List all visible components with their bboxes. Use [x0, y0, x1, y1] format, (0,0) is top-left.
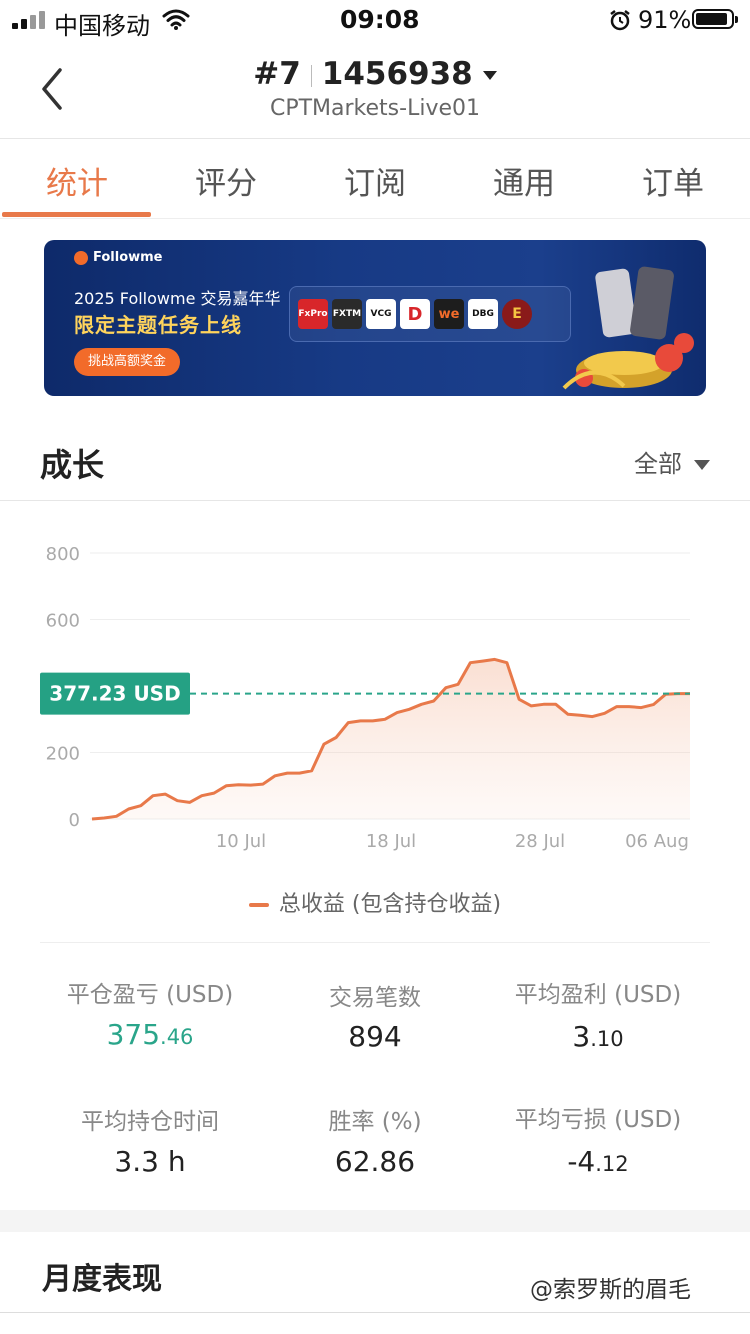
y-tick-label: 600	[46, 611, 80, 632]
current-value-label: 377.23 USD	[49, 682, 180, 706]
watermark: @索罗斯的眉毛	[530, 1277, 691, 1303]
carrier-name: 中国移动	[54, 12, 150, 40]
wifi-icon	[162, 9, 190, 30]
section-title-monthly: 月度表现	[42, 1262, 162, 1297]
tab-subscribe[interactable]: 订阅	[300, 158, 450, 203]
partner-logos: FxPro FXTM VCG D we DBG E	[289, 286, 571, 342]
followme-logo: Followme	[74, 250, 163, 265]
stat-label-avg-loss: 平均亏损 (USD)	[514, 1107, 682, 1133]
rank-label: #7	[253, 56, 301, 92]
partner-logo: VCG	[366, 299, 396, 329]
divider	[0, 500, 750, 501]
stat-label-avg-profit: 平均盈利 (USD)	[514, 982, 682, 1008]
stat-label-avg-hold-time: 平均持仓时间	[81, 1109, 219, 1135]
partner-logo: we	[434, 299, 464, 329]
banner-subtitle: 2025 Followme 交易嘉年华	[74, 289, 281, 308]
growth-chart[interactable]: 800 600 200 0 10 Jul 18 Jul 28 Jul 06 Aug 377.…	[0, 520, 750, 880]
tab-rating[interactable]: 评分	[151, 158, 301, 203]
divider	[0, 218, 750, 219]
chevron-down-icon	[482, 71, 497, 80]
account-number: 1456938	[321, 56, 473, 92]
prize-illustration	[562, 266, 694, 390]
x-tick-label: 28 Jul	[515, 831, 565, 852]
legend-label: 总收益 (包含持仓收益)	[278, 892, 502, 917]
status-time: 09:08	[340, 5, 420, 34]
stat-value-avg-loss: -4.12	[567, 1145, 629, 1178]
signal-icon	[12, 11, 45, 29]
partner-logo: D	[400, 299, 430, 329]
x-tick-label: 10 Jul	[216, 831, 266, 852]
y-tick-label: 200	[46, 744, 80, 765]
status-bar: 中国移动 09:08 91%	[0, 0, 750, 40]
tab-orders[interactable]: 订单	[598, 158, 748, 203]
tab-stats[interactable]: 统计	[2, 158, 152, 203]
promo-banner[interactable]: Followme 2025 Followme 交易嘉年华 限定主题任务上线 挑战…	[44, 240, 706, 396]
x-tick-label: 06 Aug	[625, 831, 689, 852]
stat-value-trade-count: 894	[348, 1020, 402, 1053]
partner-logo: E	[502, 299, 532, 329]
partner-logo: FxPro	[298, 299, 328, 329]
stat-value-win-rate: 62.86	[334, 1145, 416, 1178]
y-tick-label: 800	[46, 544, 80, 565]
divider	[0, 1312, 750, 1313]
partner-logo: DBG	[468, 299, 498, 329]
y-tick-label: 0	[69, 810, 80, 831]
banner-title: 限定主题任务上线	[74, 313, 242, 337]
tab-indicator	[2, 212, 151, 217]
alarm-icon	[610, 10, 630, 31]
x-tick-label: 18 Jul	[366, 831, 416, 852]
battery-icon	[692, 9, 738, 29]
stat-label-win-rate: 胜率 (%)	[328, 1109, 422, 1135]
range-filter-dropdown[interactable]: 全部	[634, 444, 710, 479]
stat-value-avg-hold-time: 3.3 h	[114, 1145, 186, 1178]
stat-label-closed-pnl: 平仓盈亏 (USD)	[66, 982, 234, 1008]
divider	[0, 138, 750, 139]
banner-cta-button[interactable]: 挑战高额奖金	[74, 348, 181, 376]
stat-value-closed-pnl: 375.46	[106, 1018, 194, 1051]
legend-swatch	[248, 903, 269, 907]
section-gap	[0, 1210, 750, 1232]
section-title-growth: 成长	[40, 446, 105, 484]
server-name: CPTMarkets-Live01	[269, 96, 480, 121]
battery-percent: 91%	[638, 6, 692, 34]
chart-legend: 总收益 (包含持仓收益)	[0, 886, 750, 918]
partner-logo: FXTM	[332, 299, 362, 329]
stat-label-trade-count: 交易笔数	[329, 985, 421, 1011]
tab-general[interactable]: 通用	[449, 158, 599, 203]
divider	[40, 942, 710, 943]
stat-value-avg-profit: 3.10	[572, 1020, 624, 1053]
current-value-badge: 377.23 USD	[40, 672, 190, 715]
chevron-down-icon	[694, 460, 710, 470]
account-selector[interactable]: #7 1456938	[0, 56, 750, 92]
